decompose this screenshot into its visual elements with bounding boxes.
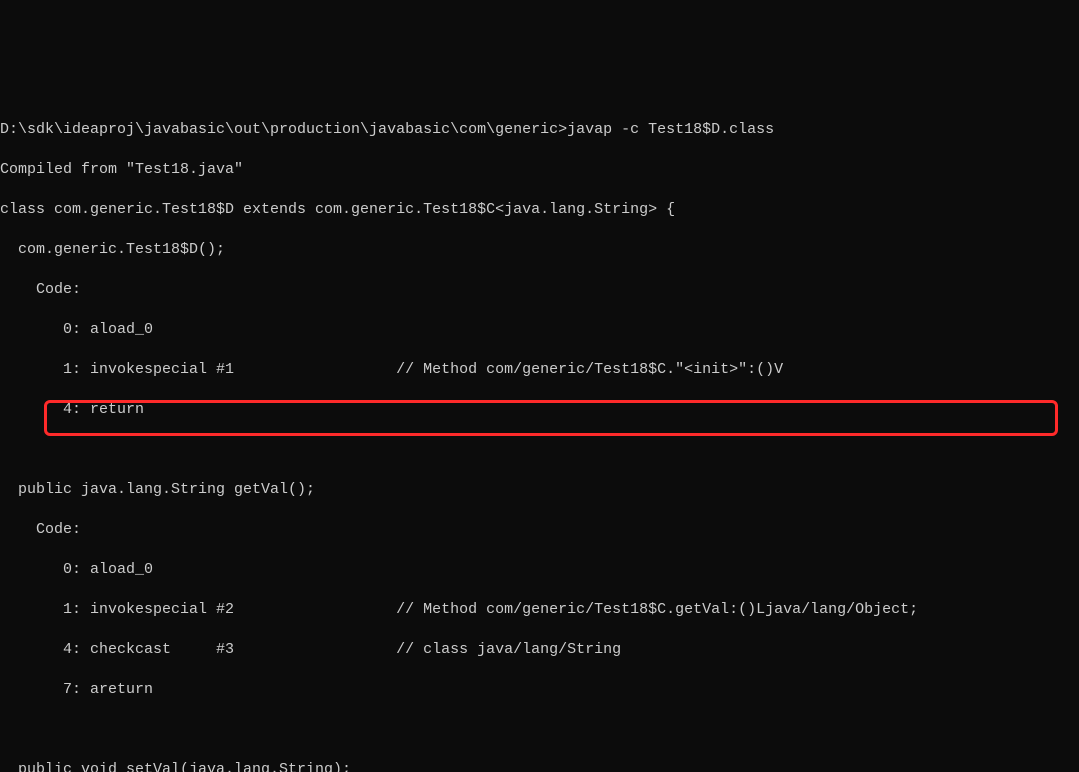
bytecode-line: 1: invokespecial #1 // Method com/generi… bbox=[0, 360, 1079, 380]
compiled-from-line: Compiled from "Test18.java" bbox=[0, 160, 1079, 180]
class-declaration: class com.generic.Test18$D extends com.g… bbox=[0, 200, 1079, 220]
bytecode-line: 4: return bbox=[0, 400, 1079, 420]
constructor-signature: com.generic.Test18$D(); bbox=[0, 240, 1079, 260]
terminal-output[interactable]: D:\sdk\ideaproj\javabasic\out\production… bbox=[0, 100, 1079, 772]
setval-string-signature: public void setVal(java.lang.String); bbox=[0, 760, 1079, 772]
blank-line bbox=[0, 720, 1079, 740]
bytecode-line: 1: invokespecial #2 // Method com/generi… bbox=[0, 600, 1079, 620]
blank-line bbox=[0, 440, 1079, 460]
bytecode-line: 7: areturn bbox=[0, 680, 1079, 700]
prompt-line: D:\sdk\ideaproj\javabasic\out\production… bbox=[0, 120, 1079, 140]
code-label: Code: bbox=[0, 520, 1079, 540]
bytecode-line: 4: checkcast #3 // class java/lang/Strin… bbox=[0, 640, 1079, 660]
bytecode-line: 0: aload_0 bbox=[0, 560, 1079, 580]
getval-string-signature: public java.lang.String getVal(); bbox=[0, 480, 1079, 500]
code-label: Code: bbox=[0, 280, 1079, 300]
bytecode-line: 0: aload_0 bbox=[0, 320, 1079, 340]
